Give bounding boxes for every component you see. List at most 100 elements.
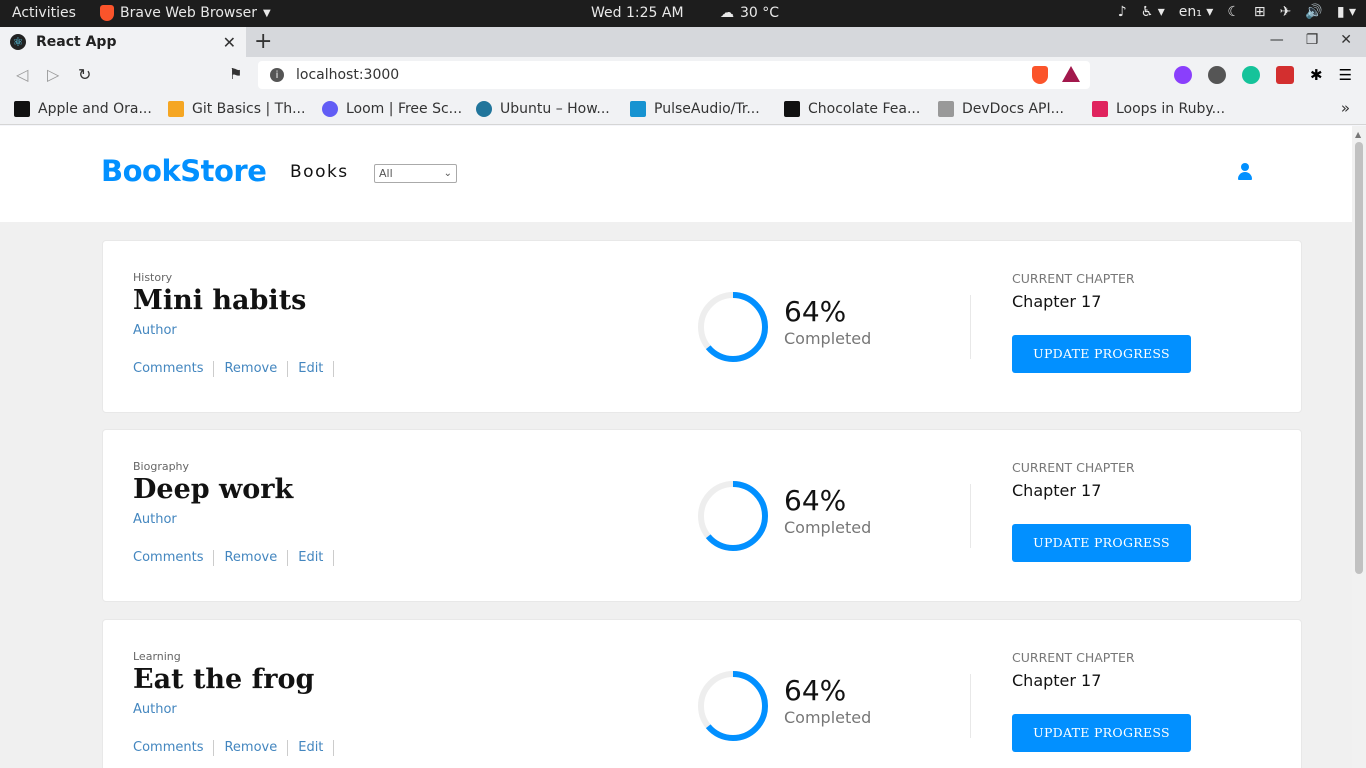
window-controls: — ❐ ✕ <box>1270 32 1352 48</box>
brave-rewards-icon[interactable] <box>1062 66 1080 82</box>
weather-indicator[interactable]: ☁ 30 °C <box>720 5 779 21</box>
app-logo[interactable]: BookStore <box>101 154 267 188</box>
current-chapter-label: CURRENT CHAPTER <box>1012 650 1135 665</box>
network-icon[interactable]: ⊞ <box>1254 4 1266 20</box>
minimize-icon[interactable]: — <box>1270 32 1284 48</box>
bookmark-icon[interactable]: ⚑ <box>229 65 242 83</box>
maximize-icon[interactable]: ❐ <box>1306 32 1319 48</box>
bookmark-item[interactable]: Loops in Ruby... <box>1092 100 1246 117</box>
close-icon[interactable]: ✕ <box>223 33 236 52</box>
book-actions: Comments Remove Edit <box>133 740 344 756</box>
site-info-icon[interactable]: i <box>270 68 284 82</box>
remove-button[interactable]: Remove <box>224 361 289 377</box>
extension-2-icon[interactable] <box>1208 66 1226 84</box>
volume-icon[interactable]: 🔊 <box>1305 4 1322 20</box>
app-menu-label: Brave Web Browser <box>120 5 257 21</box>
update-progress-button[interactable]: UPDATE PROGRESS <box>1012 714 1191 752</box>
app-menu[interactable]: Brave Web Browser ▼ <box>100 5 271 21</box>
current-chapter-value: Chapter 17 <box>1012 481 1102 500</box>
extension-4-icon[interactable] <box>1276 66 1294 84</box>
clock[interactable]: Wed 1:25 AM <box>591 5 684 21</box>
book-author[interactable]: Author <box>133 323 177 338</box>
back-icon[interactable]: ◁ <box>16 65 28 84</box>
night-light-icon[interactable]: ☾ <box>1227 4 1240 20</box>
comments-button[interactable]: Comments <box>133 550 215 566</box>
battery-icon[interactable]: ▮ ▾ <box>1337 4 1356 20</box>
language-indicator[interactable]: en₁ ▾ <box>1179 4 1214 20</box>
address-bar[interactable]: i localhost:3000 <box>258 61 1090 89</box>
user-icon[interactable] <box>1237 163 1253 181</box>
forward-icon[interactable]: ▷ <box>47 65 59 84</box>
bookmarks-bar: Apple and Ora... Git Basics | Th... Loom… <box>0 93 1366 125</box>
bookmark-item[interactable]: Apple and Ora... <box>14 100 168 117</box>
comments-button[interactable]: Comments <box>133 361 215 377</box>
remove-button[interactable]: Remove <box>224 550 289 566</box>
bookmark-item[interactable]: Ubuntu – How... <box>476 100 630 117</box>
book-author[interactable]: Author <box>133 512 177 527</box>
bookmark-item[interactable]: Chocolate Fea... <box>784 100 938 117</box>
update-progress-button[interactable]: UPDATE PROGRESS <box>1012 335 1191 373</box>
page-viewport: BookStore Books All ⌄ History Mini habit… <box>0 126 1352 768</box>
bookmark-label: Ubuntu – How... <box>500 100 610 117</box>
app-header: BookStore Books All ⌄ <box>0 126 1352 222</box>
chevron-right-icon[interactable]: » <box>1341 99 1350 117</box>
edit-button[interactable]: Edit <box>298 361 335 377</box>
book-title: Eat the frog <box>133 664 315 695</box>
bookmark-label: Apple and Ora... <box>38 100 152 117</box>
bookmark-favicon <box>1092 100 1108 117</box>
bookmark-favicon <box>168 100 184 117</box>
puzzle-icon[interactable]: ✱ <box>1310 66 1323 84</box>
activities-button[interactable]: Activities <box>12 5 76 21</box>
close-window-icon[interactable]: ✕ <box>1340 32 1352 48</box>
current-chapter-label: CURRENT CHAPTER <box>1012 271 1135 286</box>
bookmark-favicon <box>938 100 954 117</box>
extension-1-icon[interactable] <box>1174 66 1192 84</box>
book-card: Biography Deep work Author Comments Remo… <box>102 429 1302 602</box>
bookmark-favicon <box>476 100 492 117</box>
completed-label: Completed <box>784 518 872 537</box>
weather-temp: 30 °C <box>740 5 780 21</box>
edit-button[interactable]: Edit <box>298 550 335 566</box>
progress-percent: 64% <box>784 295 847 328</box>
grammarly-icon[interactable] <box>1242 66 1260 84</box>
current-chapter-label: CURRENT CHAPTER <box>1012 460 1135 475</box>
chevron-down-icon: ⌄ <box>443 168 452 179</box>
new-tab-button[interactable]: + <box>254 29 272 54</box>
bookmark-item[interactable]: DevDocs API... <box>938 100 1092 117</box>
category-filter-select[interactable]: All ⌄ <box>374 164 457 183</box>
bookmark-item[interactable]: Loom | Free Sc... <box>322 100 476 117</box>
bookmark-label: Loops in Ruby... <box>1116 100 1226 117</box>
book-card: Learning Eat the frog Author Comments Re… <box>102 619 1302 768</box>
nav-books-link[interactable]: Books <box>290 162 349 182</box>
brave-shields-icon[interactable] <box>1032 66 1048 84</box>
progress-ring <box>698 481 768 551</box>
accessibility-icon[interactable]: ♿ ▾ <box>1141 4 1165 20</box>
remove-button[interactable]: Remove <box>224 740 289 756</box>
react-icon: ⚛ <box>10 34 26 50</box>
airplane-icon[interactable]: ✈ <box>1280 4 1292 20</box>
book-category: Biography <box>133 460 190 473</box>
update-progress-button[interactable]: UPDATE PROGRESS <box>1012 524 1191 562</box>
scrollbar-thumb[interactable] <box>1355 142 1363 574</box>
bookmark-item[interactable]: PulseAudio/Tr... <box>630 100 784 117</box>
book-actions: Comments Remove Edit <box>133 361 344 377</box>
divider <box>970 674 971 738</box>
reload-icon[interactable]: ↻ <box>78 65 91 84</box>
edit-button[interactable]: Edit <box>298 740 335 756</box>
scrollbar[interactable]: ▲ <box>1352 126 1366 768</box>
book-author[interactable]: Author <box>133 702 177 717</box>
bookmark-label: Loom | Free Sc... <box>346 100 463 117</box>
menu-icon[interactable]: ☰ <box>1339 66 1352 84</box>
divider <box>970 484 971 548</box>
book-category: Learning <box>133 650 181 663</box>
chevron-down-icon: ▼ <box>263 7 271 19</box>
bookmark-item[interactable]: Git Basics | Th... <box>168 100 322 117</box>
tab-react-app[interactable]: ⚛ React App ✕ <box>0 27 246 57</box>
progress-ring <box>698 671 768 741</box>
comments-button[interactable]: Comments <box>133 740 215 756</box>
url-text[interactable]: localhost:3000 <box>296 67 399 83</box>
current-chapter-value: Chapter 17 <box>1012 671 1102 690</box>
input-method-icon[interactable]: ♪ <box>1118 4 1127 20</box>
bookmark-favicon <box>630 100 646 117</box>
scroll-up-icon[interactable]: ▲ <box>1355 130 1361 139</box>
